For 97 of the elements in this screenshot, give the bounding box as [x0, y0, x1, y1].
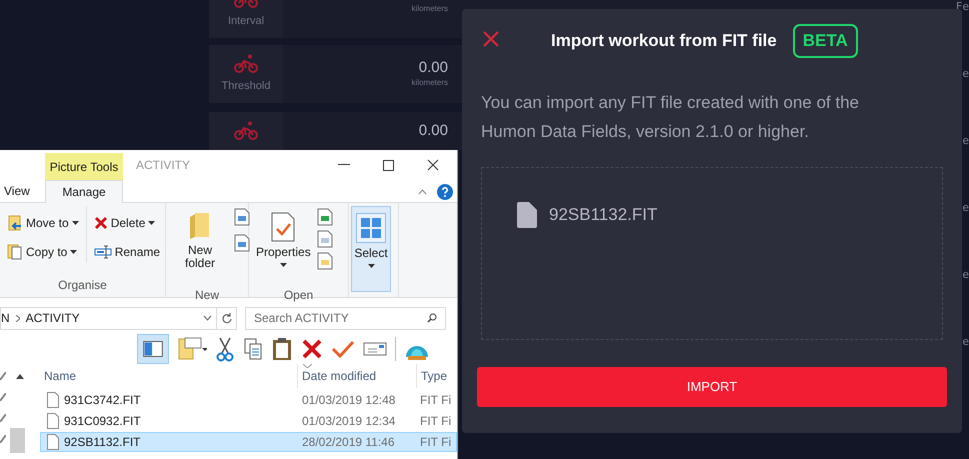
window-title: ACTIVITY: [136, 157, 190, 174]
file-type: FIT Fi: [419, 413, 452, 430]
rename-icon: [94, 245, 112, 259]
file-icon: [517, 202, 537, 228]
pin-icon[interactable]: [0, 393, 6, 401]
file-drop-zone[interactable]: 92SB1132.FIT: [481, 167, 943, 340]
distance-unit: kilometers: [412, 3, 448, 15]
pin-icon[interactable]: [0, 414, 6, 422]
preview-pane-icon[interactable]: [137, 334, 169, 364]
file-icon: [47, 434, 59, 450]
cut-text: e: [962, 134, 969, 149]
cut-icon[interactable]: [215, 336, 235, 362]
file-icon: [47, 392, 59, 408]
copy-to-icon: [7, 244, 23, 260]
envelope-icon[interactable]: [363, 341, 387, 357]
file-date: 01/03/2019 12:34: [301, 413, 396, 430]
file-row[interactable]: 931C3742.FIT 01/03/2019 12:48 FIT Fi: [40, 390, 457, 410]
dropdown-caret-icon: [148, 221, 156, 225]
breadcrumb-chevron-icon: [16, 314, 20, 322]
dialog-title: Import workout from FIT file: [551, 30, 777, 52]
ribbon-group-label: Organise: [57, 277, 108, 294]
ribbon-button[interactable]: New folder: [170, 206, 230, 286]
search-icon: [427, 313, 437, 323]
file-date: 28/02/2019 11:46: [301, 434, 396, 451]
help-icon[interactable]: [437, 184, 453, 200]
folder-view-icon[interactable]: [177, 336, 207, 362]
ribbon-button[interactable]: Delete: [90, 212, 164, 234]
column-header[interactable]: Type: [417, 364, 457, 388]
dropdown-chevron-icon[interactable]: [203, 315, 212, 321]
move-to-icon: [7, 215, 23, 231]
scrollbar-thumb[interactable]: [10, 428, 25, 453]
delete-icon: [94, 216, 108, 230]
column-header[interactable]: Date modified: [298, 364, 417, 388]
ribbon-button[interactable]: Properties: [253, 206, 313, 286]
collapse-ribbon-icon[interactable]: [418, 189, 427, 195]
cut-text: e: [962, 268, 969, 283]
contextual-tab[interactable]: Picture Tools: [45, 153, 123, 180]
file-date: 01/03/2019 12:48: [301, 392, 396, 409]
ribbon-button[interactable]: Select: [351, 206, 391, 292]
file-name: 931C0932.FIT: [64, 413, 141, 430]
ribbon-tab[interactable]: View: [0, 180, 45, 202]
dropdown-caret-icon: [70, 250, 78, 254]
scroll-up-icon[interactable]: [16, 374, 24, 379]
ribbon-group-label: Open: [282, 287, 314, 304]
file-name: 92SB1132.FIT: [549, 204, 658, 226]
cut-text: e: [962, 335, 969, 350]
address-bar[interactable]: N ACTIVITY: [0, 306, 237, 330]
ribbon-tab[interactable]: Manage: [45, 180, 123, 203]
breadcrumb-item[interactable]: N: [1, 309, 10, 327]
dropdown-caret-icon: [368, 264, 374, 268]
pin-icon[interactable]: [0, 372, 6, 380]
bicycle-icon: [234, 54, 258, 74]
breadcrumb-item[interactable]: ACTIVITY: [26, 309, 80, 327]
checkmark-icon[interactable]: [331, 339, 355, 359]
minimize-icon[interactable]: [338, 164, 350, 166]
workout-type-tile[interactable]: [209, 112, 283, 150]
cut-text: e: [962, 201, 969, 216]
cut-text: e: [962, 67, 969, 82]
maximize-icon[interactable]: [383, 160, 394, 170]
distance-value: 0.00: [418, 122, 448, 140]
search-field[interactable]: Search ACTIVITY: [245, 306, 446, 330]
ribbon-button[interactable]: Rename: [90, 241, 164, 263]
paste-icon[interactable]: [271, 337, 293, 361]
new-item-icon[interactable]: [234, 208, 250, 226]
bicycle-icon: [234, 121, 258, 141]
delete-icon[interactable]: [301, 338, 323, 360]
file-row[interactable]: 931C0932.FIT 01/03/2019 12:34 FIT Fi: [40, 411, 457, 431]
properties-icon: [271, 212, 295, 242]
ribbon-group-label: New: [194, 287, 220, 304]
workout-label: Interval: [228, 14, 264, 29]
refresh-icon[interactable]: [221, 312, 232, 324]
file-name: 931C3742.FIT: [64, 392, 141, 409]
file-row[interactable]: 92SB1132.FIT 28/02/2019 11:46 FIT Fi: [40, 432, 457, 452]
select-all-icon: [360, 217, 382, 239]
cut-text: Fe: [956, 0, 969, 15]
beta-badge: BETA: [792, 24, 858, 58]
dialog-description: You can import any FIT file created with one of the Humon Data Fields, version 2.1.0 or higher.: [480, 92, 860, 143]
search-input[interactable]: Search ACTIVITY: [254, 309, 427, 327]
pin-icon[interactable]: [0, 435, 6, 443]
close-icon[interactable]: [427, 159, 439, 171]
open-icon[interactable]: [317, 208, 333, 226]
file-type: FIT Fi: [419, 434, 452, 451]
distance-unit: kilometers: [412, 77, 448, 89]
file-icon: [47, 413, 59, 429]
dropdown-caret-icon: [72, 221, 79, 225]
column-header[interactable]: Name: [40, 364, 298, 388]
ribbon-button[interactable]: Move to: [4, 212, 82, 234]
dropdown-caret-icon: [280, 263, 286, 267]
import-button[interactable]: IMPORT: [477, 367, 947, 407]
copy-icon[interactable]: [243, 337, 263, 361]
distance-value: 0.00: [418, 59, 448, 77]
ribbon-button[interactable]: Copy to: [4, 241, 82, 263]
file-name: 92SB1132.FIT: [64, 434, 140, 451]
sort-indicator-icon: [303, 364, 312, 368]
file-type: FIT Fi: [419, 392, 452, 409]
folder-icon: [189, 212, 211, 240]
workout-label: Threshold: [222, 78, 270, 94]
